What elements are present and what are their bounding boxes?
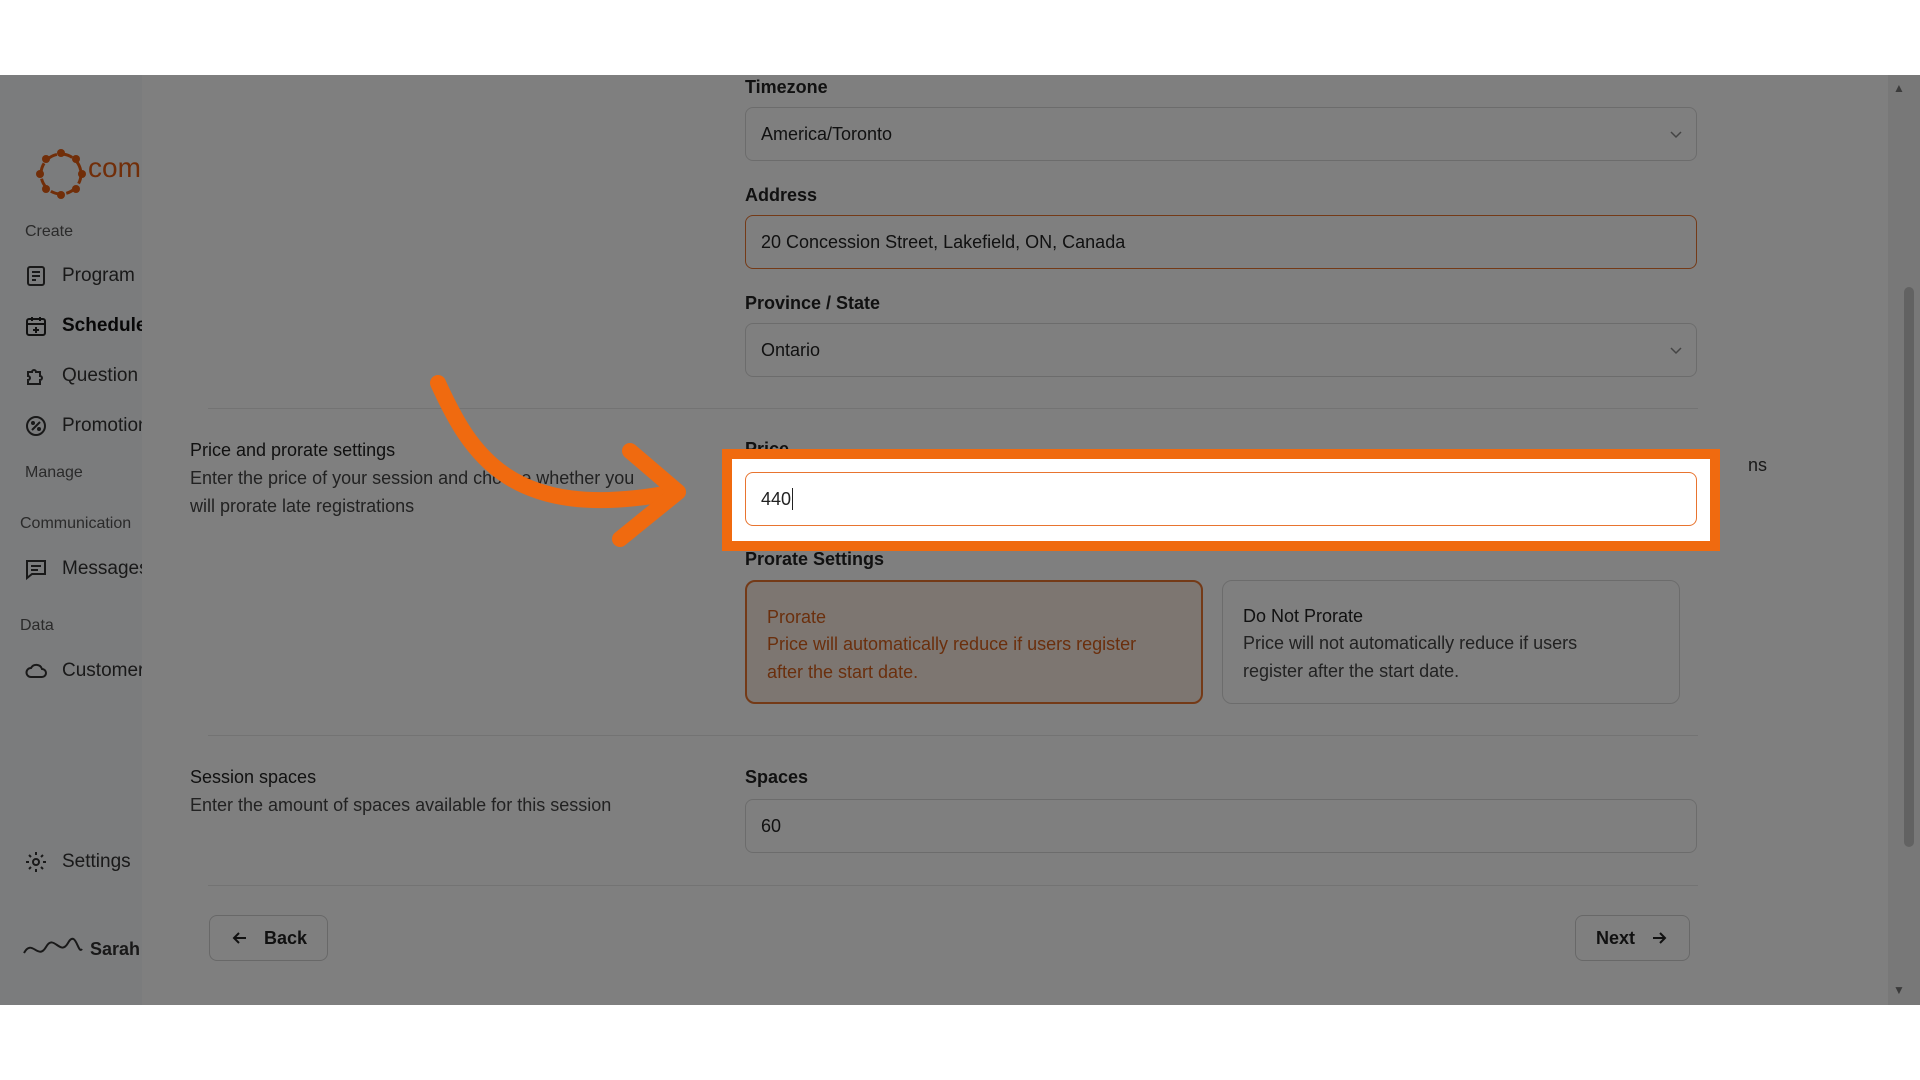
sidebar-section-data: Data [20,617,54,634]
percent-badge-icon [26,416,46,436]
province-value: Ontario [761,339,821,360]
sidebar-item-label: Customer [62,660,145,681]
user-name[interactable]: Sarah [90,939,140,960]
logo-icon [36,149,86,199]
sidebar-item-label: Question [62,365,139,386]
prorate-option-card[interactable]: Prorate Price will automatically reduce … [745,580,1203,704]
next-button-label: Next [1596,927,1636,948]
price-input[interactable]: 440 [745,472,1697,526]
spaces-section-title: Session spaces [190,767,317,787]
sidebar-item-label: Settings [62,851,131,872]
prorate-label: Prorate Settings [745,549,885,569]
address-label: Address [745,185,818,205]
spaces-value: 60 [761,815,782,836]
sidebar-item-schedule[interactable]: Schedule [24,311,146,341]
back-button[interactable]: Back [209,915,329,961]
app-viewport: com Create Program Schedule Question Pro… [0,75,1920,1005]
background-text: ns [1748,455,1768,475]
chevron-down-icon [1670,347,1682,355]
chevron-down-icon [1670,131,1682,139]
sidebar-item-label: Promotion [62,415,149,436]
timezone-select[interactable]: America/Toronto [745,107,1697,161]
sidebar-section-create: Create [25,223,74,240]
prorate-option-title: Prorate [767,607,827,627]
sidebar-item-question[interactable]: Question [24,361,138,391]
timezone-label: Timezone [745,77,828,97]
address-input[interactable]: 20 Concession Street, Lakefield, ON, Can… [745,215,1697,269]
sidebar-item-promotion[interactable]: Promotion [24,411,149,441]
prorate-option-desc-1: Price will automatically reduce if users… [767,634,1137,654]
spaces-input[interactable]: 60 [745,799,1697,853]
price-value: 440 [761,488,792,509]
scroll-up-icon[interactable]: ▲ [1893,81,1905,95]
sidebar-section-communication: Communication [20,515,132,532]
back-button-label: Back [264,927,308,948]
province-label: Province / State [745,293,881,313]
puzzle-icon [27,369,43,385]
province-select[interactable]: Ontario [745,323,1697,377]
sidebar-item-label: Program [62,265,135,286]
pointer-arrow-icon [430,375,686,547]
address-value: 20 Concession Street, Lakefield, ON, Can… [761,231,1126,252]
signature-icon [23,937,83,954]
arrow-left-icon [232,932,246,944]
sidebar-item-program[interactable]: Program [24,261,135,291]
logo-text: com [88,152,141,183]
section-divider [208,735,1698,736]
sidebar-section-manage: Manage [25,464,83,481]
message-icon [26,560,46,581]
timezone-value: America/Toronto [761,123,893,144]
scroll-down-icon[interactable]: ▼ [1893,983,1905,997]
sidebar-item-settings[interactable]: Settings [24,847,131,877]
sidebar-item-messages[interactable]: Messages [24,554,149,584]
scrollbar-thumb[interactable] [1904,287,1914,847]
prorate-option-desc-2: after the start date. [767,662,919,682]
document-icon [27,266,45,286]
sidebar-item-label: Messages [62,558,149,579]
no-prorate-option-desc-1: Price will not automatically reduce if u… [1243,633,1578,653]
sidebar-item-customers[interactable]: Customer [24,656,144,686]
sidebar-item-label: Schedule [62,315,147,336]
sidebar: com Create Program Schedule Question Pro… [0,75,149,1005]
price-section-title: Price and prorate settings [190,440,396,460]
no-prorate-option-card[interactable]: Do Not Prorate Price will not automatica… [1222,580,1680,704]
text-caret [792,488,794,510]
spaces-label: Spaces [745,767,809,787]
spaces-section-desc: Enter the amount of spaces available for… [190,795,612,815]
gear-icon [26,852,46,872]
calendar-plus-icon [26,317,46,336]
arrow-right-icon [1653,932,1667,944]
no-prorate-option-title: Do Not Prorate [1243,606,1364,626]
no-prorate-option-desc-2: register after the start date. [1243,661,1460,681]
next-button[interactable]: Next [1575,915,1691,961]
cloud-icon [25,663,47,678]
section-divider [208,885,1698,886]
